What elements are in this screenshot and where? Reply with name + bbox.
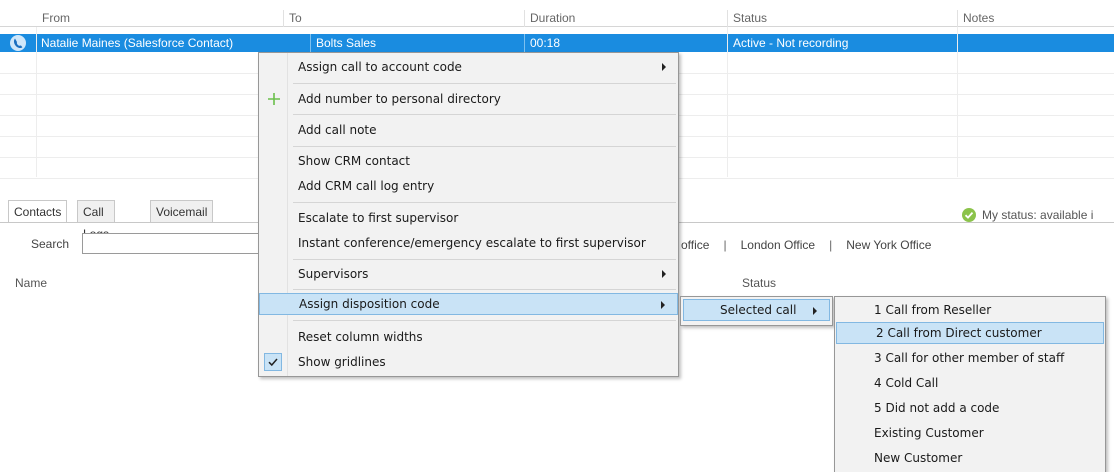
menu-item-label: Escalate to first supervisor — [298, 211, 459, 225]
menu-item-label: Instant conference/emergency escalate to… — [298, 236, 646, 250]
plus-icon — [267, 91, 281, 105]
office-link-office[interactable]: office — [681, 238, 709, 252]
menu-item-add-to-directory[interactable]: Add number to personal directory — [259, 88, 678, 110]
menu-item-label: 4 Cold Call — [874, 376, 939, 390]
column-header-status[interactable]: Status — [727, 10, 767, 27]
office-filter-links: office | London Office | New York Office — [681, 238, 931, 252]
menu-item-code-1[interactable]: 1 Call from Reseller — [835, 299, 1105, 321]
submenu-arrow-icon — [813, 307, 817, 315]
menu-item-assign-account-code[interactable]: Assign call to account code — [259, 56, 678, 78]
tab-voicemail[interactable]: Voicemail — [150, 200, 214, 222]
menu-item-add-call-note[interactable]: Add call note — [259, 119, 678, 141]
menu-separator — [293, 202, 676, 203]
status-check-icon — [962, 208, 976, 222]
menu-item-new-customer[interactable]: New Customer — [835, 447, 1105, 469]
menu-item-label: 1 Call from Reseller — [874, 303, 992, 317]
tab-call-logs[interactable]: Call Logs — [77, 200, 116, 241]
menu-item-label: Reset column widths — [298, 330, 423, 344]
menu-item-code-3[interactable]: 3 Call for other member of staff — [835, 347, 1105, 369]
menu-item-code-2[interactable]: 2 Call from Direct customer — [836, 322, 1104, 344]
menu-item-escalate-supervisor[interactable]: Escalate to first supervisor — [259, 207, 678, 229]
grid-divider — [36, 27, 37, 177]
menu-separator — [293, 83, 676, 84]
menu-separator — [293, 320, 676, 321]
checkmark-icon — [264, 353, 282, 371]
disposition-submenu: Selected call — [680, 296, 833, 326]
menu-item-label: Existing Customer — [874, 426, 984, 440]
phone-icon — [10, 35, 26, 51]
link-separator: | — [723, 238, 727, 252]
column-header-to[interactable]: To — [283, 10, 302, 27]
menu-item-assign-disposition-code[interactable]: Assign disposition code — [259, 293, 678, 315]
search-label: Search — [31, 237, 70, 251]
column-header-notes[interactable]: Notes — [957, 10, 994, 27]
menu-item-code-5[interactable]: 5 Did not add a code — [835, 397, 1105, 419]
disposition-codes-menu: 1 Call from Reseller 2 Call from Direct … — [834, 296, 1106, 472]
office-link-london[interactable]: London Office — [741, 238, 816, 252]
menu-item-existing-customer[interactable]: Existing Customer — [835, 422, 1105, 444]
call-context-menu: Assign call to account code Add number t… — [258, 52, 679, 377]
menu-separator — [293, 146, 676, 147]
my-status[interactable]: My status: available i — [962, 208, 1093, 222]
menu-item-label: Assign call to account code — [298, 60, 462, 74]
menu-separator — [293, 289, 676, 290]
menu-item-supervisors[interactable]: Supervisors — [259, 263, 678, 285]
grid-divider — [957, 27, 958, 177]
my-status-text: My status: available i — [982, 208, 1094, 222]
menu-item-label: Assign disposition code — [299, 297, 440, 311]
menu-item-add-crm-log[interactable]: Add CRM call log entry — [259, 175, 678, 197]
menu-item-selected-call[interactable]: Selected call — [683, 299, 830, 321]
menu-item-label: Add CRM call log entry — [298, 179, 435, 193]
call-status: Active - Not recording — [727, 34, 848, 52]
menu-item-instant-conference[interactable]: Instant conference/emergency escalate to… — [259, 232, 678, 254]
calls-grid-header: From To Duration Status Notes — [0, 10, 1114, 27]
call-to: Bolts Sales — [310, 34, 376, 52]
link-separator: | — [829, 238, 833, 252]
menu-separator — [293, 114, 676, 115]
menu-item-show-crm-contact[interactable]: Show CRM contact — [259, 150, 678, 172]
office-link-new-york[interactable]: New York Office — [846, 238, 931, 252]
menu-item-label: Add call note — [298, 123, 377, 137]
menu-item-label: Supervisors — [298, 267, 369, 281]
call-duration: 00:18 — [524, 34, 560, 52]
submenu-arrow-icon — [661, 301, 665, 309]
column-header-duration[interactable]: Duration — [524, 10, 575, 27]
menu-item-show-gridlines[interactable]: Show gridlines — [259, 351, 678, 373]
menu-item-label: Selected call — [720, 303, 797, 317]
menu-item-reset-column-widths[interactable]: Reset column widths — [259, 326, 678, 348]
menu-item-label: New Customer — [874, 451, 963, 465]
menu-item-label: Add number to personal directory — [298, 92, 501, 106]
call-from: Natalie Maines (Salesforce Contact) — [41, 36, 234, 50]
active-call-row[interactable]: Natalie Maines (Salesforce Contact) Bolt… — [0, 34, 1114, 52]
contacts-column-status[interactable]: Status — [742, 276, 776, 290]
menu-item-label: 3 Call for other member of staff — [874, 351, 1065, 365]
menu-item-label: Show gridlines — [298, 355, 386, 369]
menu-item-label: 2 Call from Direct customer — [876, 326, 1042, 340]
contacts-column-name[interactable]: Name — [15, 276, 47, 290]
menu-separator — [293, 259, 676, 260]
submenu-arrow-icon — [662, 270, 666, 278]
tab-contacts[interactable]: Contacts — [8, 200, 68, 223]
grid-divider — [727, 27, 728, 177]
menu-item-label: Show CRM contact — [298, 154, 410, 168]
submenu-arrow-icon — [662, 63, 666, 71]
search-input[interactable] — [82, 233, 272, 254]
menu-item-code-4[interactable]: 4 Cold Call — [835, 372, 1105, 394]
column-header-from[interactable]: From — [37, 10, 70, 27]
menu-item-label: 5 Did not add a code — [874, 401, 1000, 415]
